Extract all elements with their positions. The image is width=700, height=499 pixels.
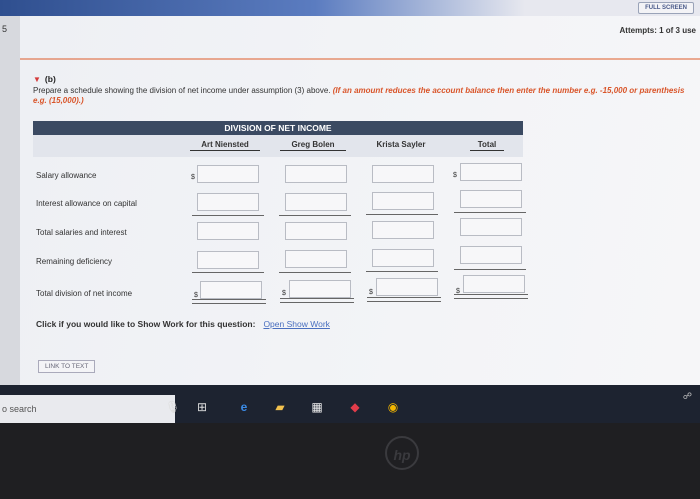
underline — [454, 269, 526, 270]
salary-greg-input[interactable] — [285, 165, 347, 183]
instruction-text: Prepare a schedule showing the division … — [33, 86, 698, 106]
underline — [454, 212, 526, 213]
double-underline — [192, 299, 266, 304]
double-underline — [454, 294, 528, 299]
salary-art-input[interactable] — [197, 165, 259, 183]
column-header-row — [33, 135, 523, 157]
row-label-interest: Interest allowance on capital — [36, 199, 137, 208]
microphone-icon[interactable]: 🎙 — [165, 400, 180, 414]
currency-sign: $ — [282, 290, 286, 297]
remaining-art-input[interactable] — [197, 251, 259, 269]
show-work-prompt: Click if you would like to Show Work for… — [36, 319, 330, 329]
open-show-work-link[interactable]: Open Show Work — [263, 319, 329, 329]
section-title[interactable]: ▼ (b) — [33, 74, 56, 84]
currency-sign: $ — [453, 172, 457, 179]
chrome-browser-icon[interactable]: ◉ — [386, 400, 400, 414]
link-to-text-button[interactable]: LINK TO TEXT — [38, 360, 96, 373]
interest-art-input[interactable] — [197, 193, 259, 211]
file-explorer-icon[interactable]: ▰ — [273, 400, 287, 414]
currency-sign: $ — [369, 289, 373, 296]
totalsal-art-input[interactable] — [197, 222, 259, 240]
underline — [192, 215, 264, 216]
underline — [279, 272, 351, 273]
top-bar: FULL SCREEN — [0, 0, 700, 16]
hp-logo-icon: hp — [385, 436, 419, 470]
double-underline — [280, 298, 354, 303]
collapse-triangle-icon[interactable]: ▼ — [33, 75, 41, 84]
app-icon[interactable]: ◆ — [348, 400, 362, 414]
show-work-text: Click if you would like to Show Work for… — [36, 319, 256, 329]
column-header-greg: Greg Bolen — [280, 140, 346, 151]
interest-total-input[interactable] — [460, 190, 522, 208]
column-header-total: Total — [470, 140, 504, 151]
column-header-krista: Krista Sayler — [376, 140, 426, 149]
laptop-bezel — [0, 423, 700, 499]
section-label: (b) — [44, 74, 56, 84]
remaining-krista-input[interactable] — [372, 249, 434, 267]
division-krista-input[interactable] — [376, 278, 438, 296]
underline — [366, 214, 438, 215]
divider — [20, 58, 700, 60]
interest-krista-input[interactable] — [372, 192, 434, 210]
row-label-salary: Salary allowance — [36, 171, 97, 180]
left-strip — [0, 16, 20, 385]
salary-total-input[interactable] — [460, 163, 522, 181]
attempts-text: Attempts: 1 of 3 use — [619, 26, 696, 35]
remaining-greg-input[interactable] — [285, 250, 347, 268]
instruction-plain: Prepare a schedule showing the division … — [33, 86, 331, 95]
row-label-remaining: Remaining deficiency — [36, 257, 113, 266]
screen: FULL SCREEN 5 Attempts: 1 of 3 use ▼ (b) … — [0, 0, 700, 385]
store-icon[interactable]: ▦ — [310, 400, 324, 414]
table-title: DIVISION OF NET INCOME — [33, 121, 523, 135]
totalsal-total-input[interactable] — [460, 218, 522, 236]
people-icon[interactable]: ☍ — [683, 391, 692, 402]
row-label-total-salaries: Total salaries and interest — [36, 228, 127, 237]
underline — [279, 215, 351, 216]
division-art-input[interactable] — [200, 281, 262, 299]
edge-browser-icon[interactable]: e — [237, 400, 251, 414]
remaining-total-input[interactable] — [460, 246, 522, 264]
currency-sign: $ — [194, 292, 198, 299]
double-underline — [367, 297, 441, 302]
question-number: 5 — [2, 24, 8, 34]
underline — [192, 272, 264, 273]
salary-krista-input[interactable] — [372, 165, 434, 183]
taskbar-search-input[interactable]: o search — [0, 395, 175, 423]
underline — [366, 271, 438, 272]
totalsal-krista-input[interactable] — [372, 221, 434, 239]
division-total-input[interactable] — [463, 275, 525, 293]
interest-greg-input[interactable] — [285, 193, 347, 211]
row-label-total-division: Total division of net income — [36, 289, 133, 298]
currency-sign: $ — [191, 174, 195, 181]
division-greg-input[interactable] — [289, 280, 351, 298]
totalsal-greg-input[interactable] — [285, 222, 347, 240]
column-header-art: Art Niensted — [190, 140, 260, 151]
task-view-icon[interactable]: ⊞ — [195, 400, 209, 414]
fullscreen-button[interactable]: FULL SCREEN — [638, 2, 694, 14]
